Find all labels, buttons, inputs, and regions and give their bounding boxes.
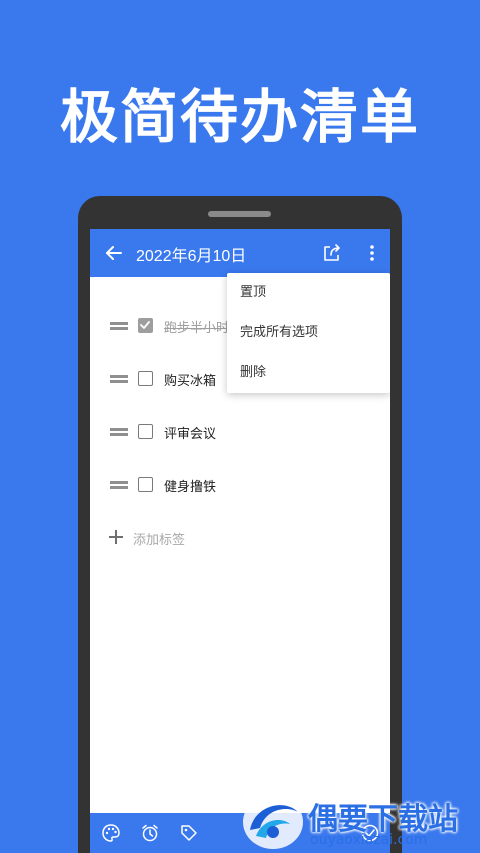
- drag-handle-icon[interactable]: [110, 479, 130, 491]
- promo-headline: 极简待办清单: [59, 83, 420, 151]
- add-tag-label: 添加标签: [133, 533, 186, 548]
- phone-frame: 2022年6月10日 跑步半小时 购买冰箱 评审会议 健身撸铁 添加标签 置顶 …: [78, 196, 402, 853]
- todo-checkbox[interactable]: [138, 371, 153, 386]
- check-icon: [140, 321, 150, 329]
- todo-text[interactable]: 健身撸铁: [164, 476, 216, 495]
- app-screen: 2022年6月10日 跑步半小时 购买冰箱 评审会议 健身撸铁 添加标签 置顶 …: [90, 229, 390, 853]
- alarm-icon[interactable]: [140, 823, 160, 843]
- watermark: 偶要下载站 ouyaoxiazai.com: [238, 790, 480, 853]
- todo-item: 健身撸铁: [90, 469, 390, 501]
- todo-text[interactable]: 评审会议: [164, 423, 216, 442]
- watermark-logo-icon: [243, 795, 303, 849]
- plus-icon: [109, 530, 123, 544]
- menu-item-pin[interactable]: 置顶: [227, 273, 390, 313]
- todo-checkbox[interactable]: [138, 477, 153, 492]
- more-vertical-icon[interactable]: [362, 243, 382, 263]
- palette-icon[interactable]: [101, 823, 121, 843]
- watermark-url: ouyaoxiazai.com: [310, 832, 428, 848]
- share-icon[interactable]: [322, 243, 342, 263]
- todo-text[interactable]: 跑步半小时: [164, 317, 229, 336]
- menu-item-complete-all[interactable]: 完成所有选项: [227, 313, 390, 353]
- arrow-left-icon[interactable]: [104, 243, 124, 263]
- todo-checkbox[interactable]: [138, 424, 153, 439]
- todo-checkbox-checked[interactable]: [138, 318, 153, 333]
- drag-handle-icon[interactable]: [110, 320, 130, 332]
- phone-speaker: [208, 211, 271, 217]
- tag-icon[interactable]: [179, 823, 199, 843]
- todo-item: 评审会议: [90, 416, 390, 448]
- drag-handle-icon[interactable]: [110, 373, 130, 385]
- app-bar: 2022年6月10日: [90, 229, 390, 277]
- todo-text[interactable]: 购买冰箱: [164, 370, 216, 389]
- overflow-menu: 置顶 完成所有选项 删除: [227, 273, 390, 393]
- menu-item-delete[interactable]: 删除: [227, 353, 390, 393]
- page-title: 2022年6月10日: [136, 248, 247, 265]
- add-tag-button[interactable]: 添加标签: [90, 524, 390, 552]
- drag-handle-icon[interactable]: [110, 426, 130, 438]
